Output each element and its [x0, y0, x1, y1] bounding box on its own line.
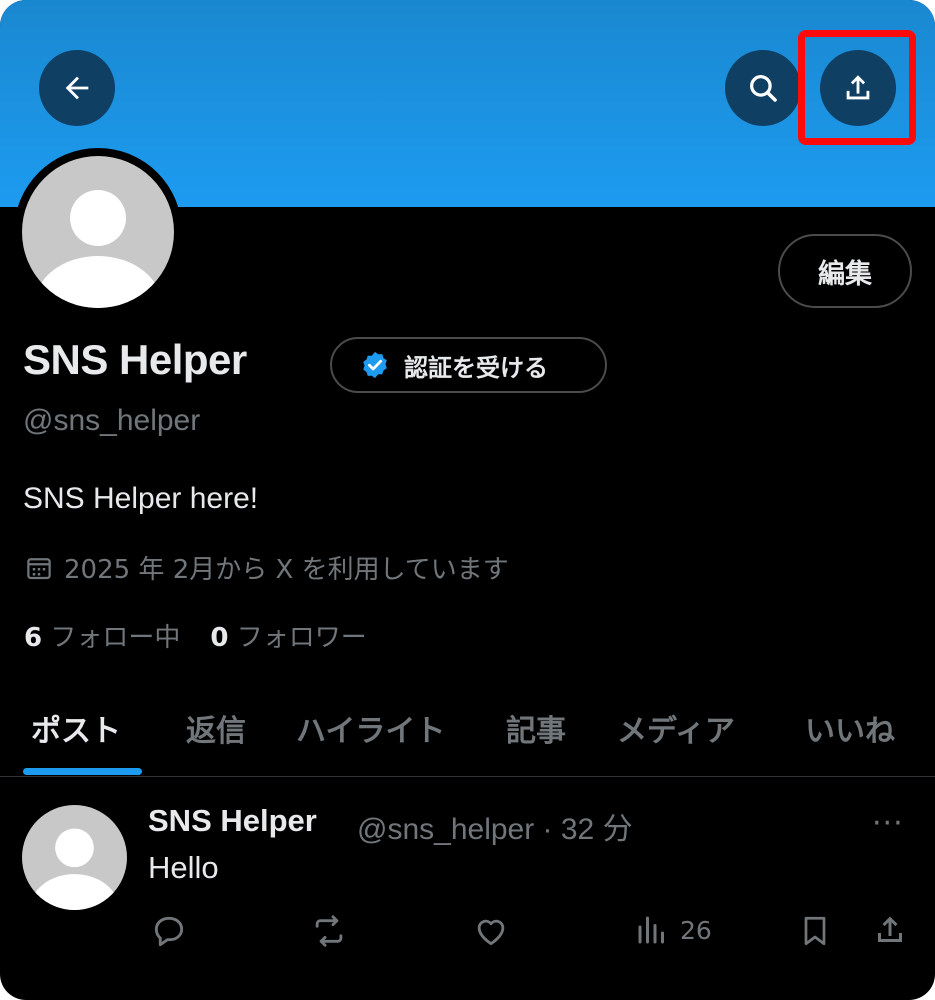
get-verified-button[interactable]: 認証を受ける	[330, 337, 607, 393]
get-verified-label: 認証を受ける	[404, 353, 548, 382]
followers-link[interactable]: 0 フォロワー	[210, 617, 366, 654]
post-avatar[interactable]	[22, 805, 127, 910]
default-avatar-icon	[34, 190, 162, 308]
share-post-button[interactable]	[872, 912, 908, 948]
tab-replies[interactable]: 返信	[186, 706, 246, 750]
bookmark-icon	[804, 916, 826, 946]
following-label: フォロー中	[50, 623, 181, 653]
share-button-highlight	[798, 30, 916, 145]
like-button[interactable]	[472, 912, 510, 950]
verified-badge-icon	[363, 351, 387, 379]
followers-label: フォロワー	[236, 623, 367, 653]
active-tab-indicator	[23, 768, 142, 775]
follow-stats: 6 フォロー中 0 フォロワー	[24, 617, 367, 654]
edit-profile-button[interactable]: 編集	[778, 234, 912, 308]
reply-button[interactable]	[150, 912, 188, 950]
back-button[interactable]	[39, 50, 115, 126]
calendar-icon	[27, 557, 51, 579]
default-avatar-icon	[30, 828, 119, 910]
tab-articles[interactable]: 記事	[506, 706, 566, 750]
profile-handle: @sns_helper	[23, 404, 201, 437]
search-icon	[750, 75, 777, 102]
post-author-name[interactable]: SNS Helper	[148, 803, 317, 839]
joined-text: 2025 年 2月から X を利用しています	[64, 555, 509, 585]
following-count: 6	[24, 623, 43, 653]
profile-tabs: ポスト 返信 ハイライト 記事 メディア いいね	[0, 690, 935, 777]
tab-media[interactable]: メディア	[617, 706, 735, 750]
more-icon[interactable]: ···	[872, 806, 904, 841]
share-icon	[878, 916, 902, 942]
profile-avatar[interactable]	[14, 148, 182, 316]
post-author-meta: @sns_helper · 32 分	[357, 813, 633, 846]
like-icon	[477, 919, 505, 946]
tab-likes[interactable]: いいね	[805, 706, 895, 750]
repost-icon	[315, 915, 343, 947]
post-text: Hello	[148, 850, 219, 885]
views-button[interactable]: 26	[634, 912, 712, 948]
search-button[interactable]	[725, 50, 801, 126]
bookmark-button[interactable]	[797, 912, 833, 950]
views-count: 26	[680, 915, 712, 945]
profile-bio: SNS Helper here!	[23, 482, 259, 515]
reply-icon	[154, 916, 184, 947]
back-arrow-icon	[65, 76, 89, 100]
profile-screen: 編集 SNS Helper 認証を受ける @sns_helper SNS Hel…	[0, 0, 935, 1000]
following-link[interactable]: 6 フォロー中	[24, 617, 180, 654]
repost-button[interactable]	[310, 912, 348, 950]
tab-posts[interactable]: ポスト	[31, 706, 121, 750]
joined-date: 2025 年 2月から X を利用しています	[24, 549, 509, 586]
profile-name: SNS Helper	[23, 336, 247, 383]
views-icon	[638, 916, 664, 944]
followers-count: 0	[210, 623, 229, 653]
tab-highlights[interactable]: ハイライト	[296, 706, 445, 750]
